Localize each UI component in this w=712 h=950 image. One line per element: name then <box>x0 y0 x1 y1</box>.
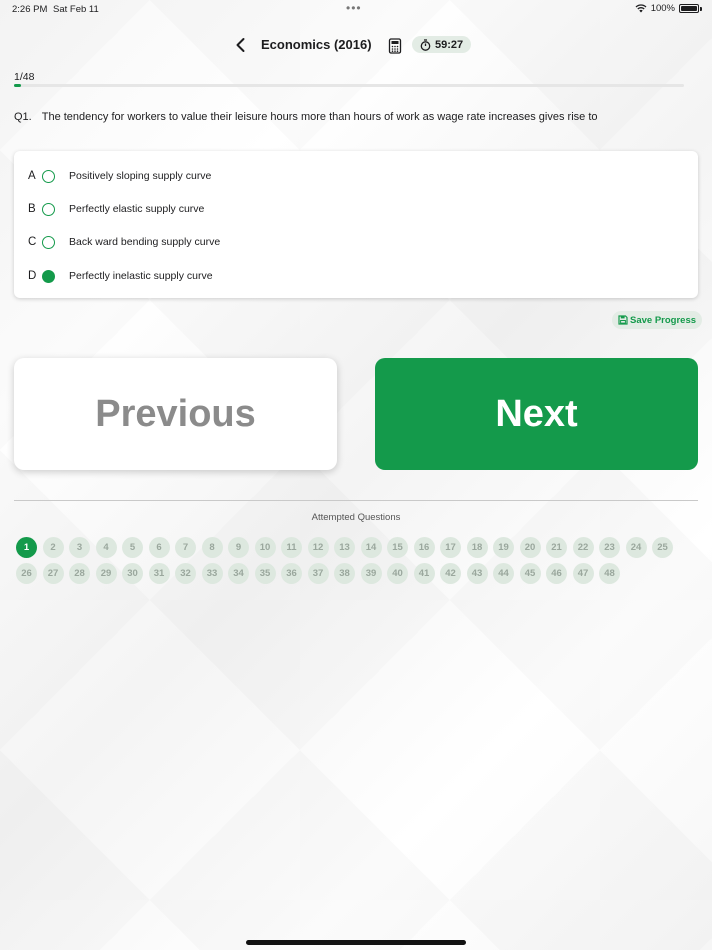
question-nav-dot[interactable]: 7 <box>175 537 196 558</box>
question-nav-dot[interactable]: 18 <box>466 537 488 558</box>
question-nav-dot[interactable]: 35 <box>254 563 276 584</box>
battery-percent: 100% <box>650 3 675 14</box>
previous-button[interactable]: Previous <box>14 358 337 470</box>
battery-tip <box>700 6 702 11</box>
question-nav-dot[interactable]: 15 <box>387 537 408 558</box>
background-pattern <box>0 0 712 950</box>
question-nav-dot[interactable]: 12 <box>307 537 329 558</box>
question-nav-dot[interactable]: 23 <box>599 537 620 558</box>
stopwatch-icon <box>420 38 431 51</box>
question-nav-dot[interactable]: 11 <box>281 537 302 558</box>
nav-bar: Economics (2016) 59:27 <box>0 32 712 58</box>
question-number: Q1. <box>14 111 32 123</box>
question-nav-dot[interactable]: 31 <box>148 563 170 584</box>
question-nav-dot[interactable]: 8 <box>201 537 223 558</box>
option-c[interactable]: C Back ward bending supply curve <box>14 227 698 257</box>
option-b[interactable]: B Perfectly elastic supply curve <box>14 194 698 224</box>
question-nav-dot[interactable]: 22 <box>572 537 594 558</box>
question-nav-dot[interactable]: 5 <box>122 537 143 558</box>
question-nav-dot[interactable]: 43 <box>466 563 488 584</box>
question-nav-dot[interactable]: 4 <box>95 537 117 558</box>
question-nav-dot[interactable]: 46 <box>546 563 567 584</box>
next-button[interactable]: Next <box>375 358 698 470</box>
question-nav-dot[interactable]: 39 <box>360 563 382 584</box>
option-d[interactable]: D Perfectly inelastic supply curve <box>14 261 698 291</box>
question-nav-dot[interactable]: 17 <box>440 537 461 558</box>
progress-bar <box>14 84 684 87</box>
question-nav-dot[interactable]: 34 <box>228 563 249 584</box>
timer-pill: 59:27 <box>412 36 472 53</box>
question-nav-dot[interactable]: 20 <box>519 537 541 558</box>
question-nav-dot[interactable]: 13 <box>334 537 355 558</box>
radio-icon[interactable] <box>42 269 55 283</box>
calculator-icon[interactable] <box>388 38 402 54</box>
question-nav-dot[interactable]: 24 <box>625 537 647 558</box>
question-text: The tendency for workers to value their … <box>41 111 598 123</box>
option-text: Perfectly elastic supply curve <box>69 203 205 215</box>
option-letter: B <box>28 203 36 215</box>
battery-icon <box>679 4 699 13</box>
status-bar: 2:26 PM Sat Feb 11 ••• 100% <box>0 0 712 18</box>
question-nav-dot[interactable]: 37 <box>307 563 329 584</box>
multitasking-dots-icon[interactable]: ••• <box>346 1 362 15</box>
question-nav-dot[interactable]: 19 <box>493 537 514 558</box>
radio-icon[interactable] <box>42 235 55 249</box>
radio-icon[interactable] <box>42 169 55 183</box>
attempted-questions-label: Attempted Questions <box>311 512 401 523</box>
question-nav-dot[interactable]: 33 <box>201 563 223 584</box>
question-nav-dot[interactable]: 36 <box>281 563 302 584</box>
question-nav-dot[interactable]: 14 <box>360 537 382 558</box>
question-nav-dot[interactable]: 16 <box>413 537 435 558</box>
question-nav-dot[interactable]: 9 <box>228 537 249 558</box>
question-nav-dot[interactable]: 40 <box>387 563 408 584</box>
option-letter: C <box>28 236 37 248</box>
option-letter: D <box>28 270 37 282</box>
question-nav-dot[interactable]: 6 <box>148 537 170 558</box>
question-nav-dot[interactable]: 44 <box>493 563 514 584</box>
option-text: Positively sloping supply curve <box>69 170 212 182</box>
home-indicator[interactable] <box>246 940 466 945</box>
question-nav-dot[interactable]: 30 <box>122 563 143 584</box>
timer-value: 59:27 <box>435 38 464 51</box>
question-nav-dot[interactable]: 10 <box>254 537 276 558</box>
option-letter: A <box>28 170 36 182</box>
progress-fill <box>14 84 21 87</box>
save-progress-button[interactable]: Save Progress <box>612 311 703 329</box>
question-nav-dot[interactable]: 27 <box>42 563 64 584</box>
question-nav-dot[interactable]: 41 <box>413 563 435 584</box>
question-nav-dot[interactable]: 1 <box>16 537 37 558</box>
progress-label: 1/48 <box>14 71 35 83</box>
question-nav-dot[interactable]: 47 <box>572 563 594 584</box>
option-text: Back ward bending supply curve <box>69 236 221 248</box>
question-nav-dot[interactable]: 21 <box>546 537 567 558</box>
question-nav-dot[interactable]: 25 <box>652 537 673 558</box>
status-right: 100% <box>635 3 702 14</box>
question-nav-dot[interactable]: 32 <box>175 563 196 584</box>
status-date: Sat Feb 11 <box>53 4 99 15</box>
floppy-disk-icon <box>618 315 628 325</box>
question-nav-dot[interactable]: 2 <box>42 537 64 558</box>
question-nav-dot[interactable]: 48 <box>599 563 620 584</box>
page-title: Economics (2016) <box>261 37 372 52</box>
question-nav-dot[interactable]: 28 <box>69 563 90 584</box>
question-nav-dot[interactable]: 29 <box>95 563 117 584</box>
option-a[interactable]: A Positively sloping supply curve <box>14 161 698 191</box>
question-nav-dot[interactable]: 38 <box>334 563 355 584</box>
divider <box>14 500 698 501</box>
wifi-icon <box>635 4 647 13</box>
question-nav-dot[interactable]: 26 <box>16 563 37 584</box>
question-nav-dot[interactable]: 42 <box>440 563 461 584</box>
radio-icon[interactable] <box>42 202 55 216</box>
options-card: A Positively sloping supply curve B Perf… <box>14 151 698 298</box>
back-chevron-icon[interactable] <box>232 36 250 54</box>
question-nav-dot[interactable]: 3 <box>69 537 90 558</box>
question-nav-dot[interactable]: 45 <box>519 563 541 584</box>
question: Q1. The tendency for workers to value th… <box>14 110 694 124</box>
status-time: 2:26 PM <box>12 4 48 15</box>
option-text: Perfectly inelastic supply curve <box>69 270 213 282</box>
save-progress-label: Save Progress <box>630 314 697 326</box>
